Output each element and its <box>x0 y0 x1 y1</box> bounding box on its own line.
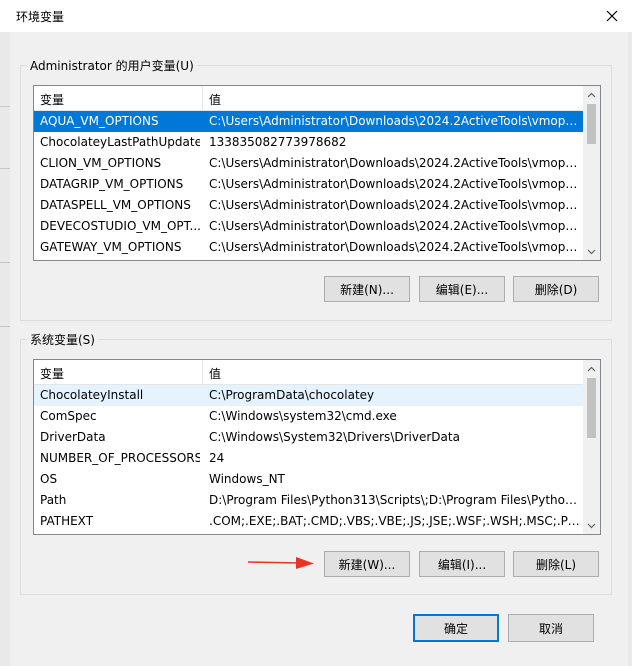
var-value: C:\Users\Administrator\Downloads\2024.2A… <box>209 198 581 212</box>
var-value: C:\Users\Administrator\Downloads\2024.2A… <box>209 114 581 128</box>
scroll-up-icon[interactable] <box>583 86 600 103</box>
var-value: C:\Windows\System32\Drivers\DriverData <box>209 430 460 444</box>
table-row[interactable]: PATHEXT .COM;.EXE;.BAT;.CMD;.VBS;.VBE;.J… <box>34 511 583 532</box>
window-title: 环境变量 <box>16 10 65 24</box>
user-col-value-header[interactable]: 值 <box>209 91 221 108</box>
var-name: DriverData <box>40 430 106 444</box>
scroll-thumb[interactable] <box>587 104 596 144</box>
table-row[interactable]: ComSpec C:\Windows\system32\cmd.exe <box>34 406 583 427</box>
table-row[interactable]: ChocolateyLastPathUpdate 133835082773978… <box>34 132 583 153</box>
scroll-thumb[interactable] <box>587 378 596 438</box>
var-name: DEVECOSTUDIO_VM_OPT... <box>40 219 200 233</box>
user-vars-list[interactable]: 变量 值 AQUA_VM_OPTIONS C:\Users\Administra… <box>33 85 601 261</box>
table-row[interactable]: ChocolateyInstall C:\ProgramData\chocola… <box>34 385 583 406</box>
var-name: NUMBER_OF_PROCESSORS <box>40 451 200 465</box>
table-row[interactable]: DEVECOSTUDIO_VM_OPT... C:\Users\Administ… <box>34 216 583 237</box>
table-row[interactable]: DATASPELL_VM_OPTIONS C:\Users\Administra… <box>34 195 583 216</box>
var-name: Path <box>40 493 67 507</box>
var-value: D:\Program Files\Python313\Scripts\;D:\P… <box>209 493 581 507</box>
ok-button[interactable]: 确定 <box>413 614 499 642</box>
user-new-button[interactable]: 新建(N)... <box>324 276 410 302</box>
table-row[interactable]: NUMBER_OF_PROCESSORS 24 <box>34 448 583 469</box>
var-value: C:\Windows\system32\cmd.exe <box>209 409 397 423</box>
var-value: C:\Users\Administrator\Downloads\2024.2A… <box>209 219 581 233</box>
var-name: OS <box>40 472 58 486</box>
var-name: GATEWAY_VM_OPTIONS <box>40 240 182 254</box>
system-edit-button[interactable]: 编辑(I)... <box>419 551 505 577</box>
user-vars-scrollbar[interactable] <box>583 86 600 260</box>
var-name: DATAGRIP_VM_OPTIONS <box>40 177 184 191</box>
table-row[interactable]: CLION_VM_OPTIONS C:\Users\Administrator\… <box>34 153 583 174</box>
env-vars-dialog: 环境变量 Administrator 的用户变量(U) 变量 值 AQUA_VM… <box>0 0 632 666</box>
scroll-down-icon[interactable] <box>583 243 600 260</box>
user-vars-rows: AQUA_VM_OPTIONS C:\Users\Administrator\D… <box>34 111 583 258</box>
background-window-edge-right <box>628 32 632 666</box>
system-vars-list[interactable]: 变量 值 ChocolateyInstall C:\ProgramData\ch… <box>33 359 601 535</box>
var-value: .COM;.EXE;.BAT;.CMD;.VBS;.VBE;.JS;.JSE;.… <box>209 514 581 528</box>
var-name: AQUA_VM_OPTIONS <box>40 114 159 128</box>
system-new-button[interactable]: 新建(W)... <box>324 551 410 577</box>
user-delete-button[interactable]: 删除(D) <box>513 276 599 302</box>
var-value: C:\Users\Administrator\Downloads\2024.2A… <box>209 240 581 254</box>
table-row[interactable]: OS Windows_NT <box>34 469 583 490</box>
sys-col-name-header[interactable]: 变量 <box>40 365 64 382</box>
var-name: ChocolateyInstall <box>40 388 144 402</box>
user-vars-header: 变量 值 <box>34 86 583 111</box>
background-window-edge <box>0 32 10 666</box>
table-row[interactable]: AQUA_VM_OPTIONS C:\Users\Administrator\D… <box>34 111 583 132</box>
red-arrow-icon <box>248 557 314 569</box>
system-delete-button[interactable]: 删除(L) <box>513 551 599 577</box>
var-value: C:\ProgramData\chocolatey <box>209 388 375 402</box>
var-value: 133835082773978682 <box>209 135 347 149</box>
var-value: C:\Users\Administrator\Downloads\2024.2A… <box>209 156 581 170</box>
system-vars-scrollbar[interactable] <box>583 360 600 534</box>
table-row[interactable]: DATAGRIP_VM_OPTIONS C:\Users\Administrat… <box>34 174 583 195</box>
close-icon <box>606 10 618 22</box>
table-row[interactable]: Path D:\Program Files\Python313\Scripts\… <box>34 490 583 511</box>
cancel-button[interactable]: 取消 <box>508 614 594 642</box>
sys-col-value-header[interactable]: 值 <box>209 365 221 382</box>
scroll-up-icon[interactable] <box>583 360 600 377</box>
var-name: ChocolateyLastPathUpdate <box>40 135 200 149</box>
user-vars-legend: Administrator 的用户变量(U) <box>30 59 194 73</box>
system-vars-rows: ChocolateyInstall C:\ProgramData\chocola… <box>34 385 583 532</box>
var-name: PATHEXT <box>40 514 94 528</box>
scroll-down-icon[interactable] <box>583 517 600 534</box>
title-bar: 环境变量 <box>0 0 632 32</box>
var-name: DATASPELL_VM_OPTIONS <box>40 198 191 212</box>
system-vars-header: 变量 值 <box>34 360 583 385</box>
var-value: C:\Users\Administrator\Downloads\2024.2A… <box>209 177 581 191</box>
user-col-name-header[interactable]: 变量 <box>40 91 64 108</box>
var-value: Windows_NT <box>209 472 285 486</box>
close-button[interactable] <box>600 4 624 28</box>
table-row[interactable]: GATEWAY_VM_OPTIONS C:\Users\Administrato… <box>34 237 583 258</box>
system-vars-legend: 系统变量(S) <box>30 333 95 347</box>
var-name: ComSpec <box>40 409 97 423</box>
var-name: CLION_VM_OPTIONS <box>40 156 162 170</box>
var-value: 24 <box>209 451 225 465</box>
user-edit-button[interactable]: 编辑(E)... <box>419 276 505 302</box>
table-row[interactable]: DriverData C:\Windows\System32\Drivers\D… <box>34 427 583 448</box>
